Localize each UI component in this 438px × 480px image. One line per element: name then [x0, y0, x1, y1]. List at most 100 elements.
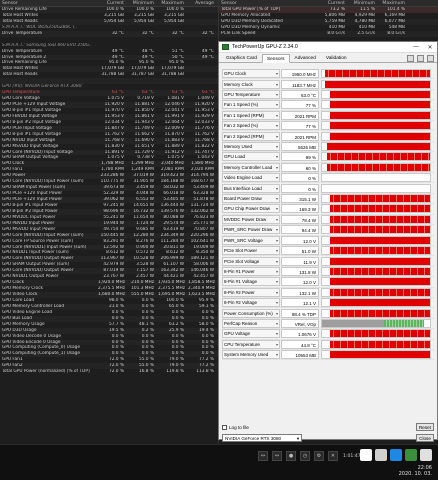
col-current[interactable]: Current: [96, 0, 126, 6]
arrows-icon-2[interactable]: ↔: [272, 451, 282, 461]
sensor-label-dropdown[interactable]: CPU Temperature ▾: [222, 339, 280, 349]
sensor-graph-fill: [329, 288, 430, 296]
sensor-label-dropdown[interactable]: Memory Used ▾: [222, 142, 280, 152]
minimize-icon[interactable]: —: [409, 42, 423, 53]
sensor-row: Fan 2 Speed (%) ▾ 77 %: [222, 121, 434, 132]
tray-network-icon[interactable]: [375, 449, 387, 461]
sensor-value: 94.4 W: [281, 225, 319, 235]
chevron-down-icon: ▾: [275, 268, 278, 274]
sensor-label-dropdown[interactable]: Bus Interface Load ▾: [222, 183, 280, 193]
sensor-row: GPU Load ▾ 99 %: [222, 152, 434, 163]
col-minimum[interactable]: Minimum: [126, 0, 156, 6]
sensor-graph: [321, 204, 431, 214]
sensor-label-dropdown[interactable]: GPU Temperature ▾: [222, 90, 280, 100]
tray-clock-icon[interactable]: [360, 449, 372, 461]
sensor-label-dropdown[interactable]: PWR_SRC Power Draw ▾: [222, 225, 280, 235]
sensor-label-dropdown[interactable]: MVDDC Power Draw ▾: [222, 214, 280, 224]
tab-advanced[interactable]: Advanced: [290, 54, 321, 62]
sensor-label-dropdown[interactable]: PWR_SRC Voltage ▾: [222, 235, 280, 245]
close-button[interactable]: Close: [416, 434, 434, 442]
sensor-label-dropdown[interactable]: PCIe Slot Power ▾: [222, 246, 280, 256]
sensor-label: CPU Temperature: [224, 341, 260, 347]
tab-sensors[interactable]: Sensors: [261, 54, 290, 63]
sensor-value: 98.4 % TDP: [281, 308, 319, 318]
maximum-value: 119.8 %: [166, 369, 184, 375]
log-to-file-checkbox[interactable]: [222, 425, 227, 430]
hwinfo-controls: ↔ ↔ ● ◷ ⚙ ✕: [258, 451, 338, 461]
sensor-label-dropdown[interactable]: 8-Pin #2 Voltage ▾: [222, 298, 280, 308]
reset-button[interactable]: Reset: [416, 423, 434, 431]
refresh-icon[interactable]: [417, 55, 424, 62]
col-sensor-right[interactable]: Sensor: [219, 0, 317, 6]
sensor-label-dropdown[interactable]: 8-Pin #2 Power ▾: [222, 287, 280, 297]
perfcap-vrel-bar: [384, 319, 424, 327]
gpuz-titlebar[interactable]: TechPowerUp GPU-Z 2.34.0 — ✕: [219, 42, 437, 53]
sensor-label-dropdown[interactable]: Fan 1 Speed (%) ▾: [222, 100, 280, 110]
sensor-graph-fill: [329, 122, 430, 130]
sensor-label-dropdown[interactable]: GPU Chip Power Draw ▾: [222, 204, 280, 214]
chevron-down-icon: ▾: [275, 196, 278, 202]
tray-app-icon[interactable]: [390, 449, 402, 461]
sensor-label-dropdown[interactable]: PCIe Slot Voltage ▾: [222, 256, 280, 266]
sensor-label-dropdown[interactable]: PerfCap Reason ▾: [222, 318, 280, 328]
sensor-label-dropdown[interactable]: 8-Pin #1 Power ▾: [222, 266, 280, 276]
hwinfo-header-right: Sensor Current Minimum Maximum: [219, 0, 438, 7]
sensor-value: 0 %: [281, 173, 319, 183]
sensor-label: MVDDC Power Draw: [224, 216, 267, 222]
table-row[interactable]: Total GPU Power (normalized) [% of TDP] 7…: [0, 369, 218, 375]
sensor-graph: [321, 121, 431, 131]
sensor-label-dropdown[interactable]: Fan 2 Speed (%) ▾: [222, 121, 280, 131]
clock-reset-icon[interactable]: ◷: [300, 451, 310, 461]
sensor-label-dropdown[interactable]: Video Engine Load ▾: [222, 173, 280, 183]
chevron-down-icon: ▾: [275, 164, 278, 170]
col-minimum-right[interactable]: Minimum: [347, 0, 377, 6]
arrows-icon[interactable]: ↔: [258, 451, 268, 461]
sensor-graph: [321, 350, 431, 360]
sensor-label-dropdown[interactable]: Fan 1 Speed (RPM) ▾: [222, 110, 280, 120]
sensor-row: GPU Chip Power Draw ▾ 169.3 W: [222, 204, 434, 215]
col-average[interactable]: Average: [186, 0, 216, 6]
taskbar-clock[interactable]: 22:06 2020. 10. 03.: [399, 465, 432, 477]
sensor-label-dropdown[interactable]: GPU Clock ▾: [222, 69, 280, 79]
sensor-label-dropdown[interactable]: Power Consumption (%) ▾: [222, 308, 280, 318]
sensor-label-dropdown[interactable]: 8-Pin #1 Voltage ▾: [222, 277, 280, 287]
chevron-down-icon: ▾: [275, 341, 278, 347]
sensor-label: GPU Temperature: [224, 92, 261, 98]
sensor-row: GPU Voltage ▾ 1.0676 V: [222, 329, 434, 340]
sensor-label-dropdown[interactable]: System Memory Used ▾: [222, 350, 280, 360]
menu-icon[interactable]: [427, 55, 434, 62]
chevron-down-icon: ▾: [275, 81, 278, 87]
sensor-label-dropdown[interactable]: Fan 2 Speed (RPM) ▾: [222, 131, 280, 141]
col-current-right[interactable]: Current: [317, 0, 347, 6]
sensor-value: 11.9 V: [281, 256, 319, 266]
sensor-graph: [321, 256, 431, 266]
close-hwinfo-icon[interactable]: ✕: [328, 451, 338, 461]
gpu-select-dropdown[interactable]: NVIDIA GeForce RTX 3080 ▼: [222, 434, 302, 442]
sensor-value: 77 %: [281, 121, 319, 131]
col-maximum-right[interactable]: Maximum: [377, 0, 407, 6]
sensor-label-dropdown[interactable]: GPU Load ▾: [222, 152, 280, 162]
tray-gpu-icon[interactable]: [405, 449, 417, 461]
sensor-label-dropdown[interactable]: Board Power Draw ▾: [222, 194, 280, 204]
tab-validation[interactable]: Validation: [321, 54, 352, 62]
network-icon[interactable]: ●: [286, 451, 296, 461]
chevron-down-icon: ▾: [275, 352, 278, 358]
log-to-file-option[interactable]: Log to file: [222, 423, 434, 432]
table-row[interactable]: PCIe Link Speed 8.0 GT/s 2.5 GT/s 8.0 GT/s: [219, 30, 438, 37]
close-window-icon[interactable]: ✕: [423, 42, 437, 53]
sensor-graph: [321, 329, 431, 339]
sensor-graph-fill: [329, 247, 430, 255]
chevron-down-icon: ▾: [275, 289, 278, 295]
settings-icon[interactable]: ⚙: [314, 451, 324, 461]
tray-volume-icon[interactable]: [420, 449, 432, 461]
col-maximum[interactable]: Maximum: [156, 0, 186, 6]
tab-graphics-card[interactable]: Graphics Card: [221, 54, 262, 62]
sensor-label-dropdown[interactable]: Memory Clock ▾: [222, 79, 280, 89]
sensor-label-dropdown[interactable]: GPU Voltage ▾: [222, 329, 280, 339]
camera-icon[interactable]: [407, 55, 414, 62]
hwinfo-rows-right: Total GPU Power [% of TDP] 73.2 % 11.5 % 10…: [219, 7, 438, 37]
sensor-label: Fan 1 Speed (%): [224, 102, 259, 108]
sensor-label-dropdown[interactable]: Memory Controller Load ▾: [222, 162, 280, 172]
col-sensor[interactable]: Sensor: [0, 0, 96, 6]
sensor-row: 8-Pin #2 Power ▾ 132.1 W: [222, 287, 434, 298]
